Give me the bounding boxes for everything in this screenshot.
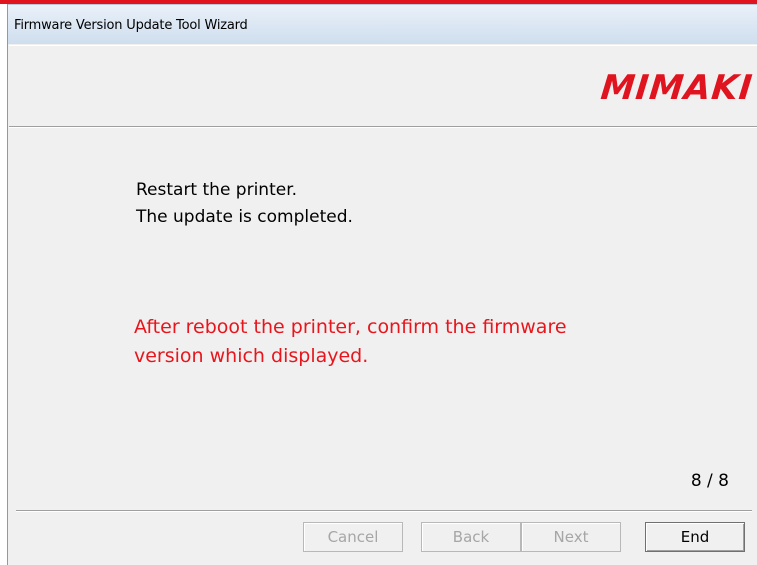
header-panel: MIMAKI	[9, 45, 757, 127]
cancel-button[interactable]: Cancel	[303, 522, 403, 552]
title-bar[interactable]: Firmware Version Update Tool Wizard	[8, 4, 757, 44]
footer-separator	[16, 510, 752, 512]
next-button[interactable]: Next	[521, 522, 621, 552]
warning-line-2: version which displayed.	[134, 345, 369, 367]
message-line-1: Restart the printer.	[136, 180, 298, 200]
mimaki-logo: MIMAKI	[599, 68, 756, 108]
wizard-window: Firmware Version Update Tool Wizard MIMA…	[7, 4, 757, 565]
window-title: Firmware Version Update Tool Wizard	[14, 18, 248, 33]
message-line-2: The update is completed.	[136, 207, 353, 227]
back-button[interactable]: Back	[421, 522, 521, 552]
warning-line-1: After reboot the printer, confirm the fi…	[134, 316, 567, 338]
end-button[interactable]: End	[645, 522, 745, 552]
page-indicator: 8 / 8	[690, 471, 729, 491]
header-separator	[9, 126, 757, 128]
